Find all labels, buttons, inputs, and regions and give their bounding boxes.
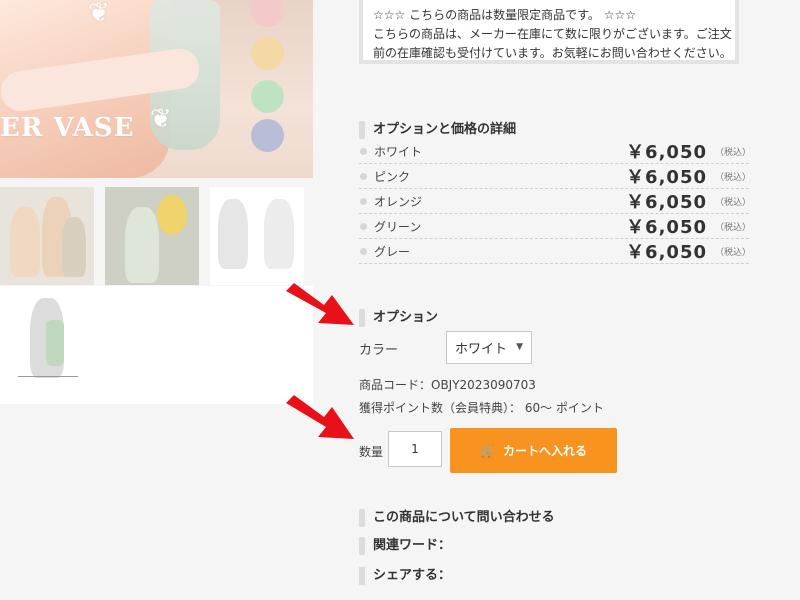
price-table: ホワイト ￥6,050 （税込） ピンク ￥6,050 （税込） オレンジ ￥6… bbox=[359, 139, 752, 264]
product-code: 商品コード：OBJY2023090703 bbox=[359, 378, 536, 392]
price-row-name: ピンク bbox=[374, 169, 411, 184]
notice-line-2: こちらの商品は、メーカー在庫にて数に限りがございます。ご注文 bbox=[373, 27, 732, 41]
price-row-tax: （税込） bbox=[715, 147, 752, 158]
color-select-value: ホワイト bbox=[455, 342, 508, 357]
price-row-name: グリーン bbox=[374, 219, 422, 234]
swatch-orange bbox=[251, 37, 284, 70]
share-heading: シェアする： bbox=[359, 567, 451, 585]
thumbnail-4[interactable] bbox=[0, 290, 94, 400]
quantity-label: 数量 bbox=[359, 445, 384, 459]
points-info: 獲得ポイント数（会員特典）： 60～ ポイント bbox=[359, 401, 604, 415]
options-price-heading: オプションと価格の詳細 bbox=[359, 121, 516, 139]
price-row: ピンク ￥6,050 （税込） bbox=[359, 164, 752, 189]
price-row: オレンジ ￥6,050 （税込） bbox=[359, 189, 752, 214]
notice-line-3: 前の在庫確認も受付けています。お気軽にお問い合わせください。 bbox=[373, 46, 732, 60]
add-to-cart-label: カートへ入れる bbox=[502, 444, 587, 458]
price-row-tax: （税込） bbox=[715, 197, 752, 208]
price-row-price: ￥6,050 bbox=[626, 217, 707, 238]
price-row: グレー ￥6,050 （税込） bbox=[359, 239, 752, 264]
butterfly-decoration: ❦ bbox=[88, 0, 110, 28]
price-row-tax: （税込） bbox=[715, 222, 752, 233]
add-to-cart-button[interactable]: 🛒 カートへ入れる bbox=[450, 428, 617, 473]
red-arrow-icon bbox=[286, 395, 354, 439]
red-arrow-icon bbox=[286, 283, 354, 325]
thumbnail-3[interactable] bbox=[210, 187, 304, 285]
butterfly-decoration: ❦ bbox=[150, 104, 172, 134]
price-row-name: オレンジ bbox=[374, 194, 423, 209]
price-row-tax: （税込） bbox=[715, 247, 752, 258]
price-row-tax: （税込） bbox=[715, 172, 752, 183]
thumbnail-2[interactable] bbox=[105, 187, 199, 285]
chevron-down-icon: ▼ bbox=[516, 342, 523, 352]
swatch-green bbox=[251, 80, 284, 113]
price-row-price: ￥6,050 bbox=[626, 167, 707, 188]
quantity-input[interactable] bbox=[388, 431, 442, 467]
color-select[interactable]: ホワイト ▼ bbox=[446, 331, 532, 364]
inquiry-link[interactable]: この商品について問い合わせる bbox=[359, 509, 555, 527]
price-row-name: ホワイト bbox=[374, 144, 423, 159]
banner-text: ER VASE bbox=[0, 113, 135, 143]
swatch-gray bbox=[251, 119, 284, 152]
notice-line-1: ☆☆☆ こちらの商品は数量限定商品です。 ☆☆☆ bbox=[373, 8, 636, 22]
cart-icon: 🛒 bbox=[480, 443, 495, 458]
price-row-price: ￥6,050 bbox=[626, 242, 707, 263]
price-row-price: ￥6,050 bbox=[626, 142, 707, 163]
price-row-name: グレー bbox=[374, 244, 411, 259]
price-row: ホワイト ￥6,050 （税込） bbox=[359, 139, 752, 164]
limited-notice-box: ☆☆☆ こちらの商品は数量限定商品です。 ☆☆☆ こちらの商品は、メーカー在庫に… bbox=[359, 0, 739, 64]
price-row-price: ￥6,050 bbox=[626, 192, 707, 213]
option-heading: オプション bbox=[359, 309, 438, 327]
price-row: グリーン ￥6,050 （税込） bbox=[359, 214, 752, 239]
related-words-heading: 関連ワード： bbox=[359, 537, 451, 555]
thumbnail-1[interactable] bbox=[0, 187, 94, 285]
color-label: カラー bbox=[359, 343, 399, 358]
